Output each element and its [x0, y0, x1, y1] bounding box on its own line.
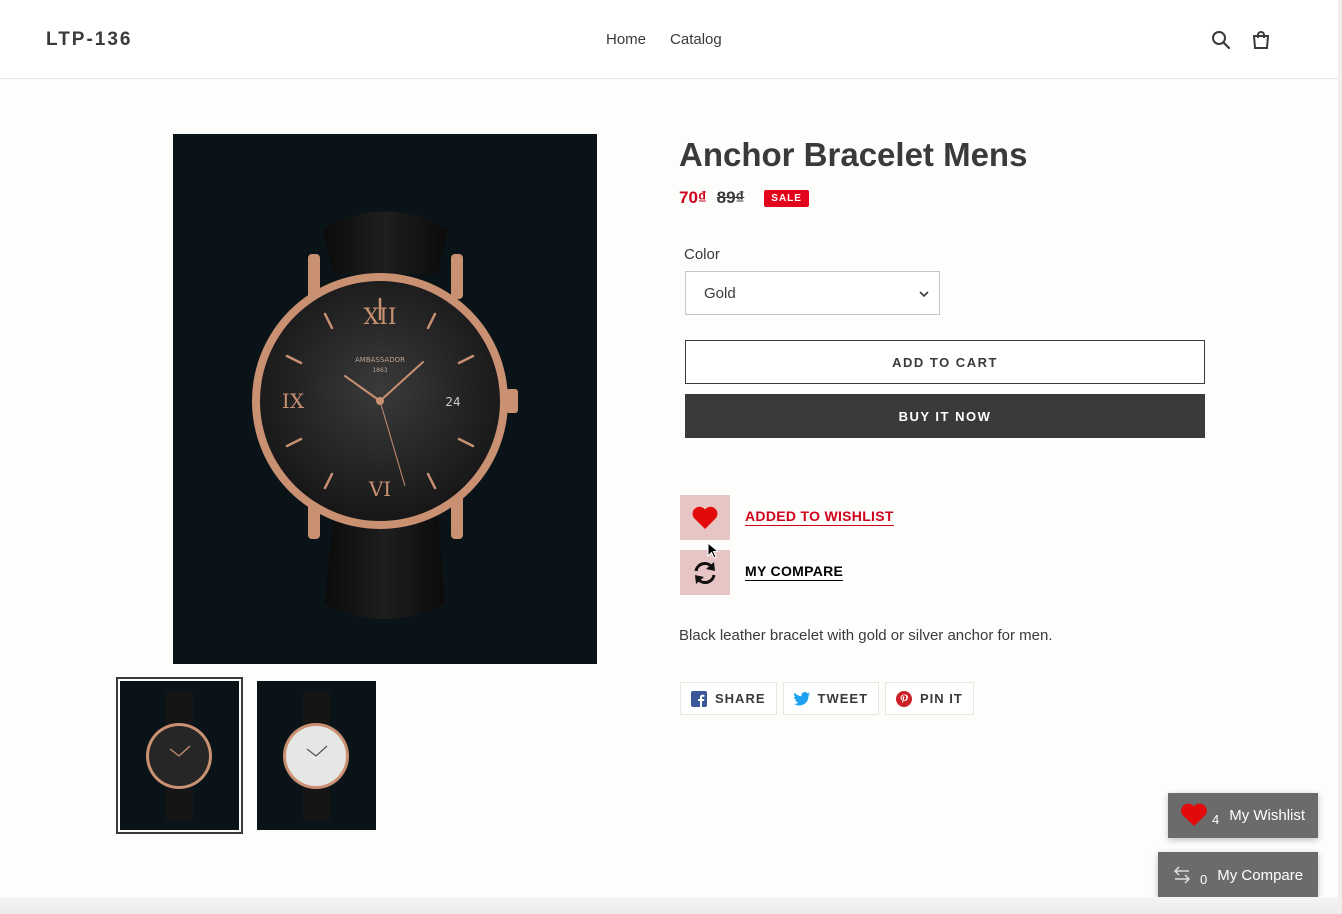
- wishlist-count: 4: [1212, 812, 1220, 827]
- heart-icon: [1181, 803, 1207, 826]
- site-header: LTP-136 Home Catalog: [0, 0, 1338, 79]
- svg-text:IX: IX: [282, 389, 305, 413]
- wishlist-heart-button[interactable]: [680, 495, 730, 540]
- product-description: Black leather bracelet with gold or silv…: [679, 627, 1053, 644]
- svg-text:VI: VI: [368, 477, 391, 501]
- site-logo[interactable]: LTP-136: [46, 29, 133, 51]
- pinterest-icon: [896, 690, 913, 707]
- floating-wishlist-label: My Wishlist: [1229, 807, 1306, 824]
- product-title: Anchor Bracelet Mens: [679, 136, 1028, 173]
- product-thumbnail-white[interactable]: [257, 681, 376, 830]
- regular-price: 89₫: [716, 188, 745, 207]
- sale-badge: SALE: [764, 189, 809, 207]
- cart-icon[interactable]: [1249, 28, 1273, 52]
- nav-item-catalog[interactable]: Catalog: [670, 31, 722, 48]
- share-pinterest-label: PIN IT: [920, 691, 963, 706]
- scrollbar-track[interactable]: [1338, 0, 1342, 914]
- facebook-icon: [691, 690, 707, 707]
- buy-it-now-button[interactable]: BUY IT NOW: [685, 394, 1205, 438]
- floating-compare-label: My Compare: [1217, 866, 1304, 884]
- color-option-label: Color: [684, 246, 720, 263]
- share-twitter-button[interactable]: TWEET: [782, 682, 880, 715]
- main-nav: Home Catalog: [606, 31, 722, 48]
- svg-text:24: 24: [445, 395, 460, 409]
- color-select-value: Gold: [704, 285, 736, 302]
- sale-price: 70₫: [679, 188, 707, 207]
- floating-wishlist-button[interactable]: 4 My Wishlist: [1168, 793, 1318, 838]
- svg-text:1863: 1863: [372, 367, 387, 374]
- chevron-down-icon: [919, 286, 929, 303]
- product-thumbnail-black[interactable]: [116, 677, 243, 834]
- added-to-wishlist-link[interactable]: ADDED TO WISHLIST: [745, 508, 894, 526]
- share-pinterest-button[interactable]: PIN IT: [885, 682, 974, 715]
- share-facebook-button[interactable]: SHARE: [680, 682, 777, 715]
- search-icon[interactable]: [1209, 28, 1233, 52]
- share-facebook-label: SHARE: [715, 691, 766, 706]
- social-share-row: SHARE TWEET PIN IT: [680, 682, 974, 715]
- share-twitter-label: TWEET: [817, 691, 869, 706]
- svg-text:AMBASSADOR: AMBASSADOR: [355, 356, 405, 364]
- nav-item-home[interactable]: Home: [606, 31, 646, 48]
- add-to-cart-button[interactable]: ADD TO CART: [685, 340, 1205, 384]
- twitter-icon: [793, 691, 810, 705]
- footer-edge: [0, 897, 1338, 914]
- compare-arrows-icon: [1173, 866, 1191, 884]
- heart-icon: [692, 506, 718, 529]
- product-main-image[interactable]: XII IX VI 24 AMBASSADOR 1863: [173, 134, 597, 664]
- color-select[interactable]: Gold: [685, 271, 940, 315]
- mouse-cursor-icon: [707, 541, 720, 565]
- compare-button[interactable]: [680, 550, 730, 595]
- svg-text:XII: XII: [363, 305, 396, 330]
- compare-count: 0: [1200, 871, 1208, 887]
- price-row: 70₫ 89₫ SALE: [679, 188, 809, 208]
- floating-compare-button[interactable]: 0 My Compare: [1158, 852, 1318, 898]
- my-compare-link[interactable]: MY COMPARE: [745, 563, 844, 581]
